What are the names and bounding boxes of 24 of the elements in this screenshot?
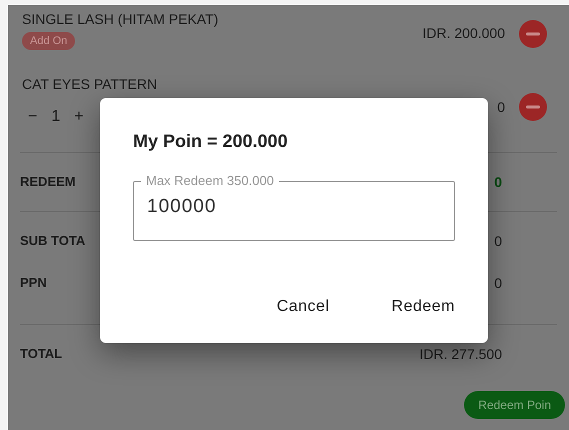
redeem-button[interactable]: Redeem [392,295,455,319]
decrease-button[interactable]: − [28,105,38,129]
add-on-badge: Add On [22,32,76,50]
summary-label: SUB TOTA [20,232,86,250]
quantity: 1 [51,107,60,127]
cancel-button[interactable]: Cancel [276,295,330,319]
field-value: 100000 [147,195,218,219]
summary-label: TOTAL [20,345,62,364]
summary-value: IDR. 277.500 [420,344,502,364]
remove-icon[interactable] [519,93,547,121]
summary-label: PPN [20,274,47,292]
dialog-title: My Poin = 200.000 [133,130,289,153]
price: IDR. 200.000 [422,24,505,43]
summary-value: 0 [494,172,502,192]
price: 0 [497,98,505,116]
summary-value: 0 [494,274,502,292]
field-label: Max Redeem 350.000 [145,173,275,189]
remove-icon[interactable] [519,20,547,48]
product-name: SINGLE LASH (HITAM PEKAT) [22,10,220,28]
increase-button[interactable]: + [74,105,84,129]
summary-label: REDEEM [20,173,76,192]
redeem-amount-field[interactable]: Max Redeem 350.000 100000 [133,173,455,241]
summary-value: 0 [494,232,502,250]
product-name: CAT EYES PATTERN [22,75,158,93]
